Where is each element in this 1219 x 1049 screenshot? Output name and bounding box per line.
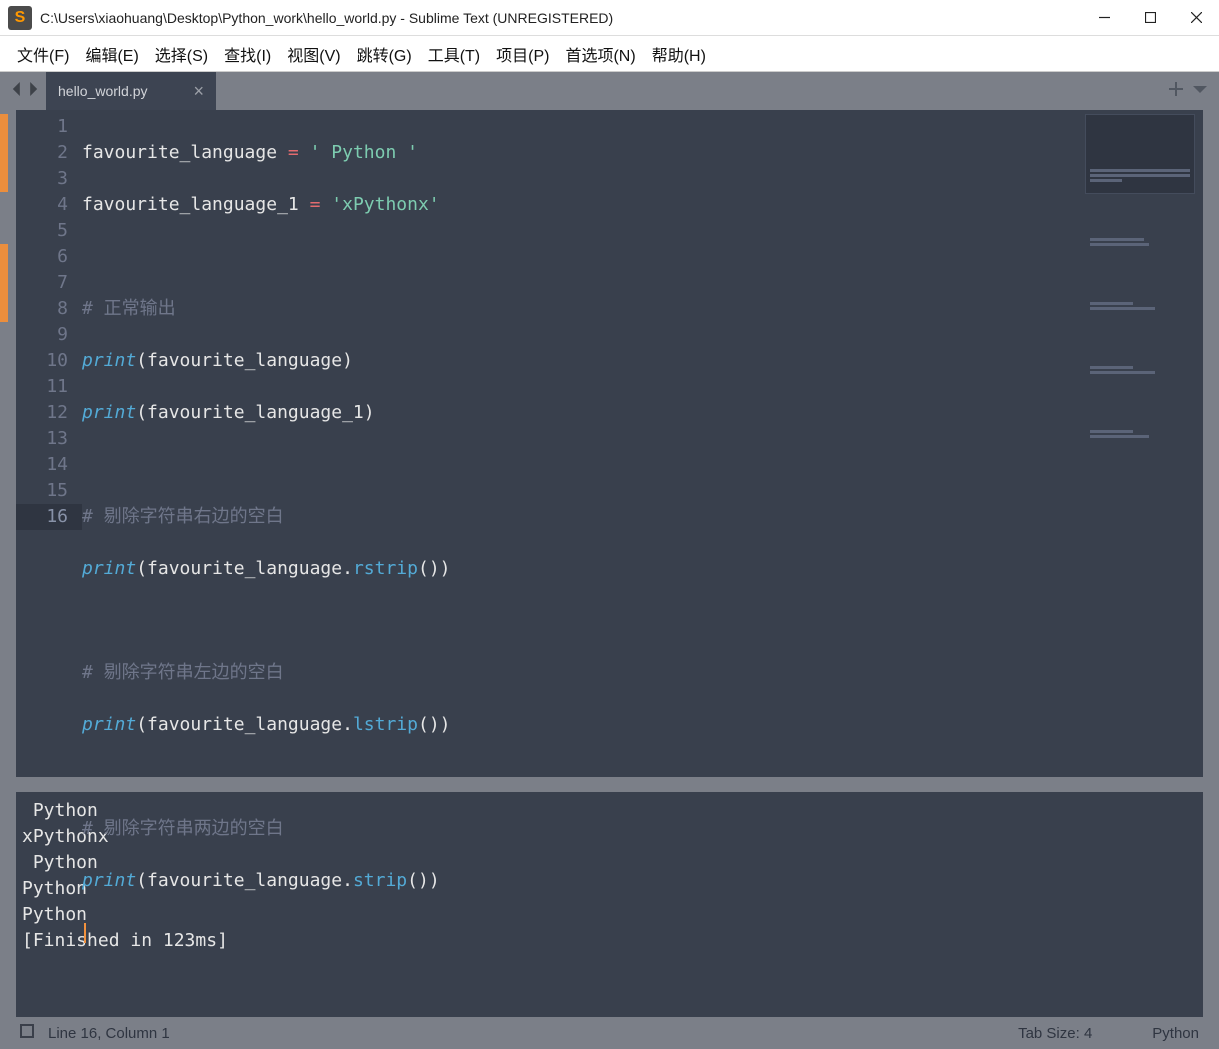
line-number: 4 [16,192,68,218]
line-number: 11 [16,374,68,400]
output-left-bar [0,792,16,1017]
token-punc: ( [136,350,147,371]
editor: 1 2 3 4 5 6 7 8 9 10 11 12 13 14 15 16 f… [0,110,1219,1017]
token-comment: # 正常输出 [82,298,176,319]
token-punc: ) [342,350,353,371]
token-punc: ( [136,714,147,735]
line-number: 10 [16,348,68,374]
line-number: 8 [16,296,68,322]
menu-goto[interactable]: 跳转(G) [353,40,416,68]
token-method: rstrip [353,558,418,579]
chevron-down-icon[interactable] [1193,82,1207,101]
line-number: 14 [16,452,68,478]
tabbar: hello_world.py × [0,72,1219,110]
token-op: = [299,194,332,215]
token-fn: print [82,558,136,579]
token-str: 'xPythonx' [331,194,439,215]
code-area[interactable]: favourite_language = ' Python ' favourit… [82,110,1219,777]
line-number: 7 [16,270,68,296]
tab-label: hello_world.py [58,83,148,99]
minimize-button[interactable] [1081,0,1127,36]
line-gutter: 1 2 3 4 5 6 7 8 9 10 11 12 13 14 15 16 [16,110,82,777]
token-punc: ()) [407,870,440,891]
token-comment: # 剔除字符串两边的空白 [82,818,284,839]
token-punc: ( [136,558,147,579]
menu-find[interactable]: 查找(I) [220,40,275,68]
status-language[interactable]: Python [1152,1025,1199,1042]
editor-scrollbar[interactable] [1203,110,1219,777]
gutter-mark [0,114,8,192]
menu-project[interactable]: 项目(P) [492,40,553,68]
panel-switcher-icon[interactable] [20,1024,34,1042]
token-punc: . [342,714,353,735]
line-number: 16 [16,504,82,530]
tab-right-controls [1169,72,1219,110]
token-punc: ()) [418,714,451,735]
menu-file[interactable]: 文件(F) [13,40,73,68]
status-tabsize[interactable]: Tab Size: 4 [1018,1025,1092,1042]
token-punc: . [342,558,353,579]
tab-next-icon[interactable] [26,82,40,101]
status-position[interactable]: Line 16, Column 1 [48,1025,170,1042]
token-comment: # 剔除字符串左边的空白 [82,662,284,683]
maximize-button[interactable] [1127,0,1173,36]
menu-edit[interactable]: 编辑(E) [81,40,142,68]
line-number: 13 [16,426,68,452]
line-number: 3 [16,166,68,192]
line-number: 12 [16,400,68,426]
token-var: favourite_language_1 [82,194,299,215]
line-number: 15 [16,478,68,504]
line-number: 5 [16,218,68,244]
token-var: favourite_language [147,558,342,579]
tab-nav [0,72,46,110]
token-fn: print [82,402,136,423]
menubar: 文件(F) 编辑(E) 选择(S) 查找(I) 视图(V) 跳转(G) 工具(T… [0,36,1219,72]
token-var: favourite_language [147,350,342,371]
cursor [84,923,86,943]
editor-left-bar [0,110,16,777]
token-punc: . [342,870,353,891]
token-punc: ( [136,870,147,891]
token-var: favourite_language [147,870,342,891]
plus-icon[interactable] [1169,82,1183,101]
close-button[interactable] [1173,0,1219,36]
status-right: Tab Size: 4 Python [1018,1025,1199,1042]
tab-prev-icon[interactable] [10,82,24,101]
window-controls [1081,0,1219,36]
token-str: ' Python ' [310,142,418,163]
token-punc: ) [364,402,375,423]
window-title: C:\Users\xiaohuang\Desktop\Python_work\h… [40,10,1081,26]
tab-hello-world[interactable]: hello_world.py × [46,72,216,110]
token-op: = [277,142,310,163]
token-fn: print [82,870,136,891]
gutter-mark [0,244,8,296]
menu-view[interactable]: 视图(V) [283,40,344,68]
line-number: 9 [16,322,68,348]
token-fn: print [82,714,136,735]
output-line: Python [22,904,87,925]
menu-prefs[interactable]: 首选项(N) [561,40,639,68]
gutter-mark [0,296,8,322]
line-number: 1 [16,114,68,140]
status-left: Line 16, Column 1 [20,1024,170,1042]
app-icon: S [8,6,32,30]
token-fn: print [82,350,136,371]
line-number: 6 [16,244,68,270]
token-var: favourite_language [147,714,342,735]
token-var: favourite_language_1 [147,402,364,423]
titlebar: S C:\Users\xiaohuang\Desktop\Python_work… [0,0,1219,36]
token-var: favourite_language [82,142,277,163]
line-number: 2 [16,140,68,166]
tab-close-icon[interactable]: × [175,82,204,100]
menu-tools[interactable]: 工具(T) [424,40,484,68]
token-comment: # 剔除字符串右边的空白 [82,506,284,527]
token-punc: ()) [418,558,451,579]
menu-select[interactable]: 选择(S) [151,40,212,68]
menu-help[interactable]: 帮助(H) [648,40,710,68]
editor-main: 1 2 3 4 5 6 7 8 9 10 11 12 13 14 15 16 f… [0,110,1219,777]
token-punc: ( [136,402,147,423]
token-method: strip [353,870,407,891]
token-method: lstrip [353,714,418,735]
minimap[interactable] [1085,114,1195,194]
